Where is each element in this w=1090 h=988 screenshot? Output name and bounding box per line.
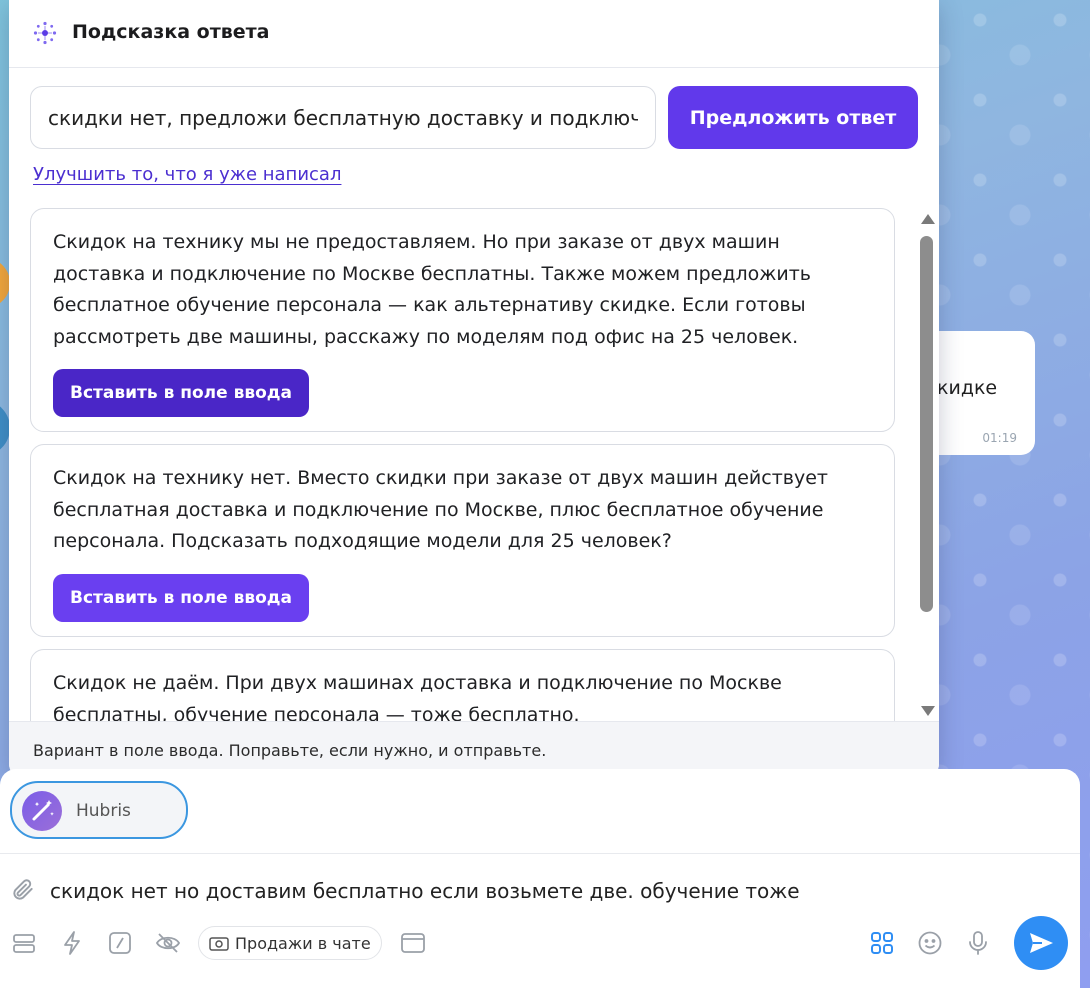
- insert-into-input-button[interactable]: Вставить в поле ввода: [53, 574, 309, 622]
- templates-icon[interactable]: [10, 929, 38, 957]
- suggestion-card: Скидок не даём. При двух машинах доставк…: [30, 649, 895, 721]
- magic-wand-icon: [32, 800, 54, 821]
- send-button[interactable]: [1014, 916, 1068, 970]
- reply-suggestion-popup: Подсказка ответа Предложить ответ Улучши…: [9, 0, 939, 778]
- scrollbar-thumb[interactable]: [920, 236, 933, 612]
- microphone-icon[interactable]: [964, 929, 992, 957]
- bot-selector-chip[interactable]: Hubris: [10, 781, 188, 839]
- suggestion-scrollbar[interactable]: [917, 212, 935, 718]
- insert-into-input-button[interactable]: Вставить в поле ввода: [53, 369, 309, 417]
- bot-name: Hubris: [76, 801, 131, 821]
- money-icon: [209, 937, 229, 951]
- suggestion-card: Скидок на технику мы не предоставляем. Н…: [30, 208, 895, 432]
- paperclip-icon[interactable]: [10, 877, 36, 903]
- send-icon: [1030, 933, 1053, 953]
- browser-window-icon[interactable]: [399, 929, 427, 957]
- apps-grid-icon[interactable]: [868, 929, 896, 957]
- message-input[interactable]: [50, 873, 950, 909]
- suggest-reply-button[interactable]: Предложить ответ: [668, 86, 918, 149]
- scroll-down-arrow-icon[interactable]: [921, 706, 935, 716]
- popup-title: Подсказка ответа: [72, 21, 270, 43]
- suggestion-text: Скидок на технику нет. Вместо скидки при…: [53, 467, 828, 552]
- bot-avatar: [22, 791, 62, 831]
- slash-command-icon[interactable]: [106, 929, 134, 957]
- prompt-input[interactable]: [30, 86, 656, 149]
- chat-message-text: кидке: [937, 377, 998, 399]
- sales-chat-chip[interactable]: Продажи в чате: [198, 926, 382, 960]
- suggestion-text: Скидок не даём. При двух машинах доставк…: [53, 672, 782, 721]
- suggestion-card: Скидок на технику нет. Вместо скидки при…: [30, 444, 895, 637]
- footer-hint: Вариант в поле ввода. Поправьте, если ну…: [33, 741, 547, 760]
- composer-divider: [0, 853, 1080, 854]
- sales-chip-label: Продажи в чате: [235, 934, 371, 953]
- suggestion-text: Скидок на технику мы не предоставляем. Н…: [53, 231, 811, 348]
- emoji-icon[interactable]: [916, 929, 944, 957]
- suggestion-list: Скидок на технику мы не предоставляем. Н…: [30, 208, 896, 721]
- scroll-up-arrow-icon[interactable]: [921, 214, 935, 224]
- sparkle-icon: [33, 21, 57, 45]
- lightning-icon[interactable]: [58, 929, 86, 957]
- hidden-eye-icon[interactable]: [154, 929, 182, 957]
- popup-header: Подсказка ответа: [9, 0, 939, 68]
- chat-message-time: 01:19: [982, 431, 1017, 445]
- improve-draft-link[interactable]: Улучшить то, что я уже написал: [33, 164, 341, 185]
- message-composer: Hubris Продажи в чате: [0, 769, 1080, 988]
